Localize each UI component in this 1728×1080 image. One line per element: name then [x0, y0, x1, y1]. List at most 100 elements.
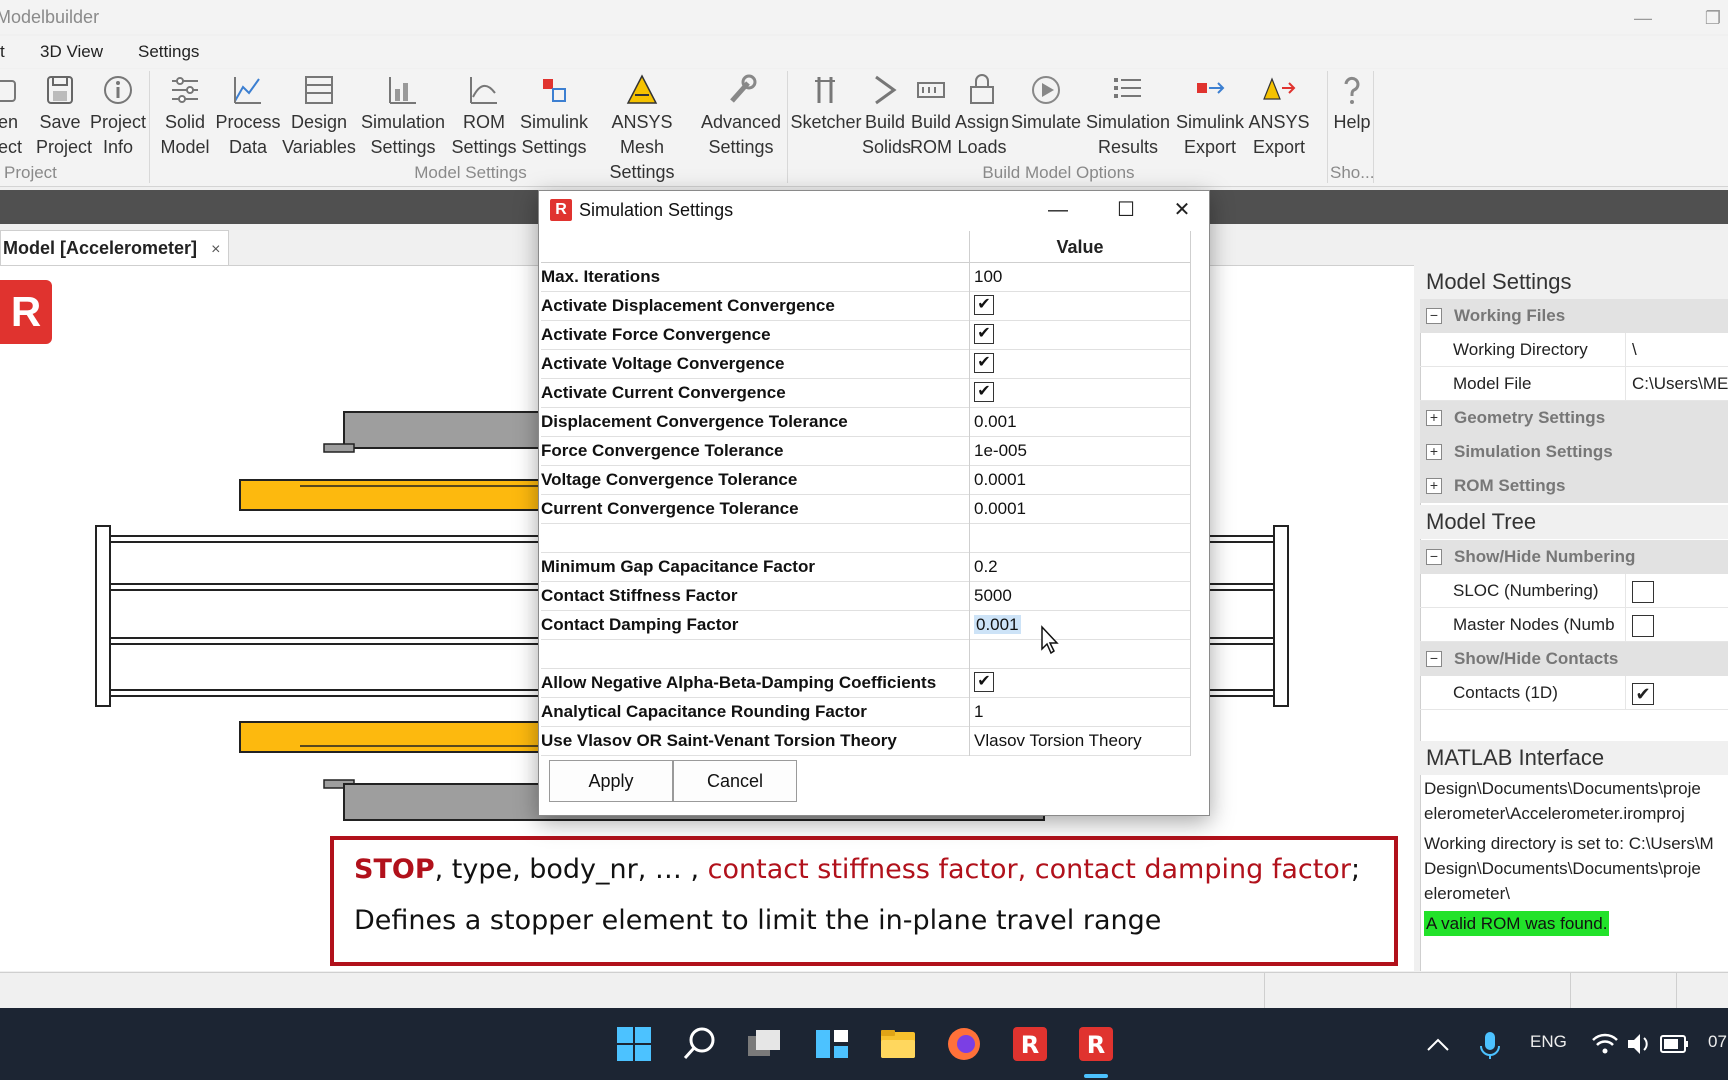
advanced-settings-button[interactable]: Advanced Settings	[696, 73, 786, 160]
setting-value-field[interactable]: 0.0001	[969, 466, 1191, 495]
expand-icon[interactable]: +	[1426, 444, 1442, 460]
assign-loads-button[interactable]: Assign Loads	[954, 73, 1010, 160]
open-project-button[interactable]: enject	[0, 73, 30, 160]
settings-row[interactable]: Contact Stiffness Factor 5000	[541, 582, 1191, 611]
settings-row[interactable]: Voltage Convergence Tolerance 0.0001	[541, 466, 1191, 495]
process-data-button[interactable]: Process Data	[214, 73, 282, 160]
settings-row[interactable]	[541, 524, 1191, 553]
dialog-close-button[interactable]: ✕	[1159, 195, 1205, 225]
model-file-row[interactable]: Model FileC:\Users\MEM	[1420, 367, 1728, 401]
setting-checkbox[interactable]: ✔	[974, 324, 994, 345]
simulation-settings-category[interactable]: + Simulation Settings	[1420, 435, 1728, 469]
document-tab[interactable]: Model [Accelerometer] ×	[0, 230, 230, 266]
setting-value-field[interactable]: 0.0001	[969, 495, 1191, 524]
setting-value-field[interactable]	[969, 640, 1191, 669]
collapse-icon[interactable]: −	[1426, 651, 1442, 667]
show-hide-numbering-category[interactable]: − Show/Hide Numbering	[1420, 540, 1728, 574]
show-hide-contacts-category[interactable]: − Show/Hide Contacts	[1420, 642, 1728, 676]
simulate-button[interactable]: Simulate	[1010, 73, 1082, 135]
menu-3d-view[interactable]: 3D View	[40, 42, 103, 62]
dialog-maximize-button[interactable]: ☐	[1103, 195, 1149, 225]
settings-row[interactable]: Current Convergence Tolerance 0.0001	[541, 495, 1191, 524]
setting-value-field[interactable]: 5000	[969, 582, 1191, 611]
settings-row[interactable]: Activate Current Convergence ✔	[541, 379, 1191, 408]
working-directory-row[interactable]: Working Directory \	[1420, 333, 1728, 367]
solid-model-button[interactable]: Solid Model	[156, 73, 214, 160]
setting-checkbox-cell[interactable]: ✔	[969, 350, 1191, 379]
task-view-icon[interactable]	[744, 1024, 784, 1064]
settings-row[interactable]: Contact Damping Factor 0.001	[541, 611, 1191, 640]
setting-checkbox-cell[interactable]: ✔	[969, 321, 1191, 350]
contacts-1d-row[interactable]: Contacts (1D) ✔	[1420, 676, 1728, 710]
save-project-button[interactable]: Save Project	[36, 73, 92, 160]
volume-icon[interactable]	[1624, 1024, 1654, 1064]
microphone-icon[interactable]	[1476, 1024, 1504, 1064]
wifi-icon[interactable]	[1590, 1024, 1620, 1064]
setting-checkbox[interactable]: ✔	[974, 672, 994, 693]
design-variables-button[interactable]: Design Variables	[282, 73, 356, 160]
expand-icon[interactable]: +	[1426, 410, 1442, 426]
setting-value-field[interactable]: 0.001	[969, 611, 1191, 640]
sloc-checkbox[interactable]	[1632, 580, 1654, 603]
help-button[interactable]: Help	[1330, 73, 1374, 135]
setting-value-field[interactable]: 0.2	[969, 553, 1191, 582]
working-files-category[interactable]: − Working Files	[1420, 299, 1728, 333]
setting-checkbox-cell[interactable]: ✔	[969, 669, 1191, 698]
close-tab-icon[interactable]: ×	[211, 241, 220, 258]
sketcher-button[interactable]: Sketcher	[790, 73, 862, 135]
project-info-button[interactable]: Project Info	[90, 73, 146, 160]
maximize-button[interactable]: ❐	[1690, 4, 1728, 32]
rom-settings-button[interactable]: ROM Settings	[450, 73, 518, 160]
cancel-button[interactable]: Cancel	[673, 760, 797, 802]
rom-settings-category[interactable]: + ROM Settings	[1420, 469, 1728, 503]
sloc-numbering-row[interactable]: SLOC (Numbering)	[1420, 574, 1728, 608]
settings-row[interactable]: Activate Displacement Convergence ✔	[541, 292, 1191, 321]
settings-row[interactable]: Activate Voltage Convergence ✔	[541, 350, 1191, 379]
build-solids-button[interactable]: Build Solids	[862, 73, 911, 160]
dialog-minimize-button[interactable]: —	[1035, 195, 1081, 225]
simulink-export-button[interactable]: Simulink Export	[1174, 73, 1246, 160]
setting-checkbox[interactable]: ✔	[974, 382, 994, 403]
simulation-settings-button[interactable]: Simulation Settings	[356, 73, 450, 160]
settings-row[interactable]: Force Convergence Tolerance 1e-005	[541, 437, 1191, 466]
settings-row[interactable]: Minimum Gap Capacitance Factor 0.2	[541, 553, 1191, 582]
widgets-icon[interactable]	[812, 1024, 852, 1064]
chevron-up-icon[interactable]	[1424, 1024, 1452, 1064]
language-indicator[interactable]: ENG	[1530, 1032, 1567, 1052]
menu-edit[interactable]: t	[0, 42, 5, 62]
settings-row[interactable]: Displacement Convergence Tolerance 0.001	[541, 408, 1191, 437]
build-rom-button[interactable]: Build ROM	[908, 73, 954, 160]
master-nodes-checkbox[interactable]	[1632, 614, 1654, 637]
setting-checkbox-cell[interactable]: ✔	[969, 292, 1191, 321]
setting-value-field[interactable]	[969, 524, 1191, 553]
setting-value-field[interactable]: 100	[969, 263, 1191, 292]
collapse-icon[interactable]: −	[1426, 549, 1442, 565]
settings-row[interactable]	[541, 640, 1191, 669]
search-icon[interactable]	[680, 1024, 720, 1064]
settings-row[interactable]: Allow Negative Alpha-Beta-Damping Coeffi…	[541, 669, 1191, 698]
simulation-results-button[interactable]: Simulation Results	[1082, 73, 1174, 160]
app-logo-active-icon[interactable]: R	[1076, 1024, 1116, 1064]
selected-value[interactable]: 0.001	[974, 615, 1021, 634]
settings-row[interactable]: Max. Iterations 100	[541, 263, 1191, 292]
battery-icon[interactable]	[1658, 1024, 1690, 1064]
contacts-checkbox[interactable]: ✔	[1632, 682, 1654, 705]
ansys-export-button[interactable]: ANSYS Export	[1246, 73, 1312, 160]
setting-value-field[interactable]: 1e-005	[969, 437, 1191, 466]
settings-row[interactable]: Analytical Capacitance Rounding Factor 1	[541, 698, 1191, 727]
expand-icon[interactable]: +	[1426, 478, 1442, 494]
setting-value-field[interactable]: Vlasov Torsion Theory	[969, 727, 1191, 756]
setting-value-field[interactable]: 1	[969, 698, 1191, 727]
setting-value-field[interactable]: 0.001	[969, 408, 1191, 437]
collapse-icon[interactable]: −	[1426, 308, 1442, 324]
firefox-icon[interactable]	[944, 1024, 984, 1064]
simulink-settings-button[interactable]: Simulink Settings	[518, 73, 590, 160]
dialog-title-bar[interactable]: R Simulation Settings — ☐ ✕	[539, 191, 1209, 229]
setting-checkbox[interactable]: ✔	[974, 295, 994, 316]
setting-checkbox[interactable]: ✔	[974, 353, 994, 374]
settings-row[interactable]: Use Vlasov OR Saint-Venant Torsion Theor…	[541, 727, 1191, 756]
menu-settings[interactable]: Settings	[138, 42, 199, 62]
minimize-button[interactable]: —	[1620, 4, 1666, 32]
settings-row[interactable]: Activate Force Convergence ✔	[541, 321, 1191, 350]
app-logo-icon[interactable]: R	[1010, 1024, 1050, 1064]
